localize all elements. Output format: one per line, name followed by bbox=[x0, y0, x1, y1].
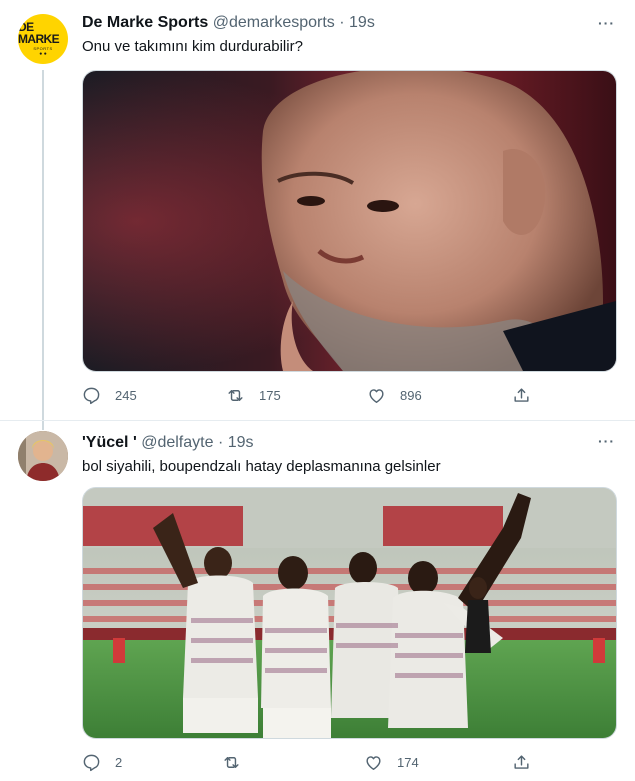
reply-icon bbox=[83, 754, 100, 771]
like-button[interactable]: 896 bbox=[367, 384, 422, 406]
tweet-header: 'Yücel ' @delfayte · 19s bbox=[82, 433, 254, 453]
share-button[interactable] bbox=[512, 384, 531, 406]
avatar[interactable] bbox=[18, 431, 68, 481]
share-button[interactable] bbox=[512, 751, 531, 773]
like-button[interactable]: 174 bbox=[364, 751, 419, 773]
like-count: 896 bbox=[400, 387, 422, 403]
avatar-logo-dots: ● ● bbox=[39, 51, 47, 57]
tweet-actions: 2 174 bbox=[82, 751, 542, 773]
tweet-photo[interactable] bbox=[82, 487, 617, 739]
reply-count: 245 bbox=[115, 387, 137, 403]
separator-dot: · bbox=[339, 14, 345, 31]
tweet-photo[interactable] bbox=[82, 70, 617, 372]
thread-line bbox=[42, 70, 44, 430]
coach-portrait-photo bbox=[83, 71, 616, 371]
tweet[interactable]: DE MARKE SPORTS ● ● De Marke Sports @dem… bbox=[0, 0, 635, 430]
timestamp[interactable]: 19s bbox=[228, 434, 254, 451]
author-name[interactable]: 'Yücel ' bbox=[82, 434, 137, 451]
like-icon bbox=[369, 388, 384, 403]
reply-count: 2 bbox=[115, 754, 123, 770]
retweet-icon bbox=[224, 756, 239, 768]
author-handle[interactable]: @demarkesports bbox=[213, 14, 335, 31]
tweet-actions: 245 175 896 bbox=[82, 384, 542, 406]
like-icon bbox=[366, 755, 381, 770]
reply-icon bbox=[83, 387, 100, 404]
avatar-logo-text: DE MARKE bbox=[18, 20, 60, 46]
share-icon bbox=[514, 754, 529, 769]
more-icon[interactable]: ··· bbox=[598, 433, 615, 449]
share-icon bbox=[514, 387, 529, 402]
reply-button[interactable]: 245 bbox=[82, 384, 137, 406]
tweet-text: bol siyahili, boupendzalı hatay deplasma… bbox=[82, 458, 441, 475]
author-name[interactable]: De Marke Sports bbox=[82, 14, 208, 31]
tweet-header: De Marke Sports @demarkesports · 19s bbox=[82, 13, 375, 33]
more-icon[interactable]: ··· bbox=[598, 15, 615, 31]
like-count: 174 bbox=[397, 754, 419, 770]
avatar[interactable]: DE MARKE SPORTS ● ● bbox=[18, 14, 68, 64]
timestamp[interactable]: 19s bbox=[349, 14, 375, 31]
reply-button[interactable]: 2 bbox=[82, 751, 122, 773]
retweet-count: 175 bbox=[259, 387, 281, 403]
retweet-button[interactable]: 175 bbox=[226, 384, 281, 406]
tweet-text: Onu ve takımını kim durdurabilir? bbox=[82, 38, 303, 55]
tweet[interactable]: 'Yücel ' @delfayte · 19s ··· bol siyahil… bbox=[0, 420, 635, 781]
retweet-button[interactable] bbox=[222, 751, 255, 773]
football-players-photo bbox=[83, 488, 616, 738]
profile-photo bbox=[18, 431, 68, 481]
retweet-icon bbox=[228, 389, 243, 401]
separator-dot: · bbox=[217, 434, 224, 451]
author-handle[interactable]: @delfayte bbox=[141, 434, 213, 451]
